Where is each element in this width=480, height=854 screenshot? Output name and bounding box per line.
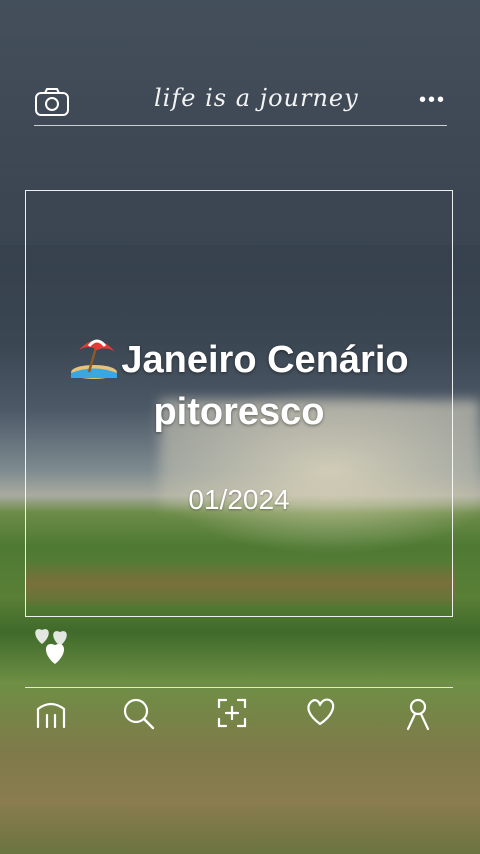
title-line-1: Janeiro Cenário — [25, 334, 453, 386]
hearts-icon[interactable] — [30, 622, 76, 673]
header-divider — [34, 125, 447, 126]
card-title: Janeiro Cenário pitoresco — [25, 334, 453, 438]
heart-icon[interactable] — [304, 697, 336, 732]
beach-umbrella-emoji — [71, 339, 118, 379]
bottom-nav — [0, 697, 480, 737]
search-icon[interactable] — [122, 697, 156, 736]
top-bar: life is a journey ••• — [34, 82, 446, 124]
nav-divider — [25, 687, 453, 688]
header-title: life is a journey — [154, 84, 359, 112]
background-scene: life is a journey ••• Janeiro Cenário pi… — [0, 0, 480, 854]
camera-icon[interactable] — [34, 86, 70, 123]
card-date: 01/2024 — [188, 484, 290, 515]
title-text-1: Janeiro Cenário — [121, 339, 409, 381]
add-photo-icon[interactable] — [216, 697, 248, 734]
home-icon[interactable] — [35, 697, 67, 734]
profile-icon[interactable] — [403, 697, 433, 736]
title-line-2: pitoresco — [153, 391, 325, 433]
